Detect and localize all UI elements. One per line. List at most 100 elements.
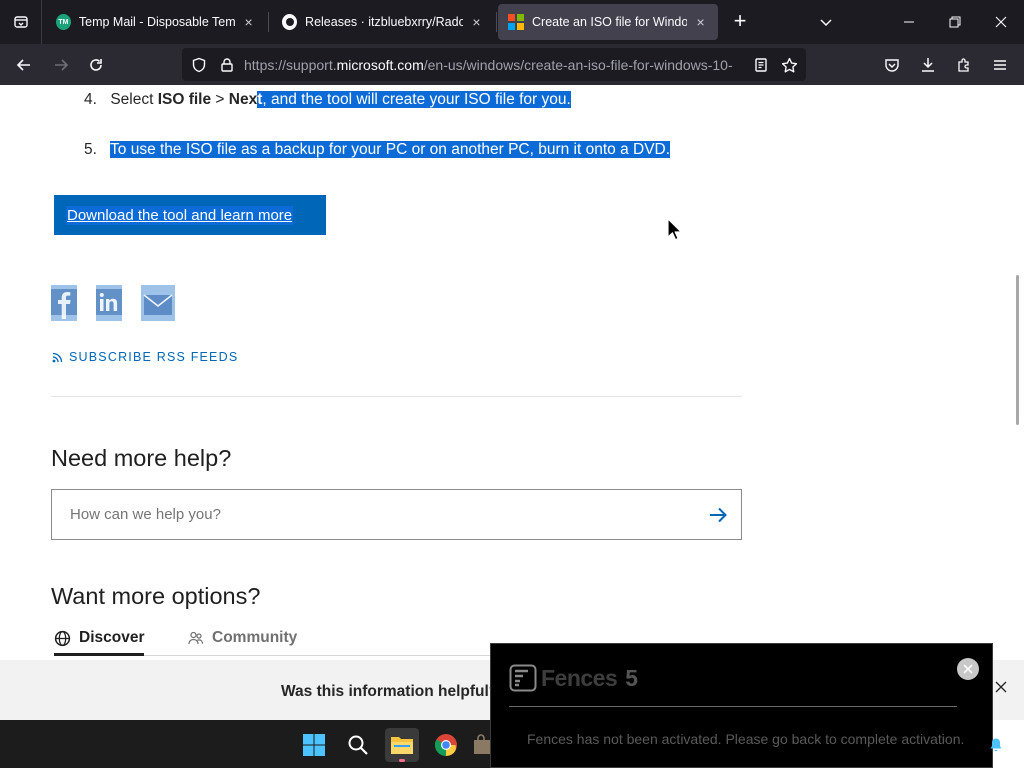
list-all-tabs-button[interactable] bbox=[814, 10, 838, 34]
url-path: /en-us/windows/create-an-iso-file-for-wi… bbox=[423, 57, 733, 73]
tab-close-icon[interactable]: × bbox=[241, 14, 256, 30]
chrome-icon bbox=[435, 734, 457, 756]
fences-activation-popup: Fences 5 Fences has not been activated. P… bbox=[490, 643, 993, 768]
help-search-input[interactable] bbox=[70, 506, 670, 523]
need-more-help-heading: Need more help? bbox=[51, 445, 232, 471]
hamburger-menu-icon bbox=[994, 60, 1006, 70]
want-more-options-heading: Want more options? bbox=[51, 583, 261, 609]
search-submit-button[interactable] bbox=[707, 504, 729, 526]
app-menu-button[interactable] bbox=[985, 50, 1015, 80]
tab-list-button[interactable] bbox=[0, 0, 42, 44]
step-text-rest: , and the tool will create your ISO file… bbox=[262, 91, 571, 108]
facebook-icon bbox=[51, 285, 77, 321]
rss-label: SUBSCRIBE RSS FEEDS bbox=[69, 350, 239, 364]
url-domain: microsoft.com bbox=[336, 57, 424, 73]
new-tab-button[interactable]: + bbox=[728, 10, 752, 34]
reload-icon bbox=[90, 59, 102, 71]
fences-name: Fences bbox=[541, 664, 618, 691]
rss-subscribe-link[interactable]: SUBSCRIBE RSS FEEDS bbox=[52, 350, 238, 364]
download-icon bbox=[922, 58, 934, 72]
chrome-button[interactable] bbox=[429, 728, 463, 762]
minimize-button[interactable] bbox=[886, 0, 932, 44]
step-number: 4. bbox=[84, 91, 97, 108]
download-tool-label: Download the tool and learn more bbox=[66, 205, 294, 225]
linkedin-share-button[interactable] bbox=[96, 285, 130, 321]
extensions-button[interactable] bbox=[949, 50, 979, 80]
close-window-button[interactable] bbox=[978, 0, 1024, 44]
fences-divider bbox=[509, 706, 957, 707]
minimize-icon bbox=[904, 21, 914, 23]
microsoft-favicon bbox=[508, 14, 524, 30]
pocket-icon bbox=[885, 59, 899, 72]
star-icon bbox=[781, 57, 797, 72]
url-prefix: https://support. bbox=[244, 57, 337, 73]
taskbar-app-button[interactable] bbox=[471, 728, 491, 762]
taskbar-search-button[interactable] bbox=[341, 728, 375, 762]
back-arrow-icon bbox=[16, 59, 30, 71]
fences-message: Fences has not been activated. Please go… bbox=[527, 731, 965, 747]
email-share-button[interactable] bbox=[141, 285, 175, 321]
email-icon bbox=[141, 285, 175, 321]
tab-discover-label: Discover bbox=[79, 629, 145, 646]
forward-arrow-icon bbox=[55, 59, 69, 71]
tab-title: Create an ISO file for Windows bbox=[532, 15, 688, 29]
navigation-toolbar: https://support.microsoft.com/en-us/wind… bbox=[0, 44, 1024, 85]
people-icon bbox=[188, 631, 204, 645]
forward-button[interactable] bbox=[46, 50, 76, 80]
pocket-button[interactable] bbox=[877, 50, 907, 80]
step-bold-next: Nex bbox=[228, 91, 258, 108]
feedback-close-button[interactable] bbox=[992, 678, 1010, 696]
store-bag-icon bbox=[474, 734, 490, 754]
restore-button[interactable] bbox=[932, 0, 978, 44]
lock-icon bbox=[221, 58, 233, 72]
step-text-pre: Select bbox=[110, 91, 158, 108]
download-tool-button[interactable]: Download the tool and learn more bbox=[54, 195, 326, 235]
github-favicon bbox=[282, 14, 298, 30]
selected-text: t, and the tool will create your ISO fil… bbox=[257, 91, 571, 108]
close-icon bbox=[963, 664, 973, 674]
rss-icon bbox=[52, 352, 63, 362]
close-icon bbox=[995, 681, 1007, 693]
fences-app-icon bbox=[509, 664, 537, 692]
close-icon bbox=[995, 16, 1007, 28]
search-icon bbox=[348, 735, 368, 755]
folder-icon bbox=[391, 737, 413, 754]
tab-list-icon bbox=[13, 16, 28, 28]
tab-title: Releases · itzbluebxrry/Radon-Browser bbox=[305, 15, 463, 29]
bookmark-button[interactable] bbox=[780, 56, 798, 74]
fences-close-button[interactable] bbox=[957, 658, 979, 680]
start-button[interactable] bbox=[297, 728, 331, 762]
reader-view-button[interactable] bbox=[752, 56, 770, 74]
tab-create-iso[interactable]: Create an ISO file for Windows × bbox=[498, 4, 718, 40]
restore-icon bbox=[949, 16, 961, 28]
tab-temp-mail[interactable]: TM Temp Mail - Disposable Temporary Emai… bbox=[46, 4, 269, 40]
help-search-box[interactable] bbox=[51, 489, 742, 540]
tab-close-icon[interactable]: × bbox=[693, 14, 708, 30]
tab-github-releases[interactable]: Releases · itzbluebxrry/Radon-Browser × bbox=[272, 4, 497, 40]
windows-logo-icon bbox=[303, 734, 325, 756]
temp-mail-favicon: TM bbox=[56, 14, 71, 30]
reload-button[interactable] bbox=[81, 50, 111, 80]
tracking-protection-icon[interactable] bbox=[190, 56, 208, 74]
tab-community-label: Community bbox=[212, 629, 298, 646]
fences-logo: Fences 5 bbox=[509, 664, 638, 692]
address-bar[interactable]: https://support.microsoft.com/en-us/wind… bbox=[182, 48, 806, 81]
shield-icon bbox=[192, 57, 206, 73]
step-number: 5. bbox=[84, 141, 97, 158]
page-scrollbar[interactable] bbox=[1016, 275, 1019, 425]
downloads-button[interactable] bbox=[913, 50, 943, 80]
step-text-separator: > bbox=[211, 91, 229, 108]
site-security-icon[interactable] bbox=[218, 56, 236, 74]
url-text[interactable]: https://support.microsoft.com/en-us/wind… bbox=[244, 57, 744, 73]
notification-bell-icon[interactable] bbox=[988, 737, 1004, 753]
windows-taskbar bbox=[0, 720, 490, 768]
running-indicator bbox=[399, 759, 405, 762]
tab-discover[interactable]: Discover bbox=[54, 629, 144, 647]
tab-community[interactable]: Community bbox=[188, 629, 297, 647]
tab-close-icon[interactable]: × bbox=[469, 14, 484, 30]
step-5: 5. To use the ISO file as a backup for y… bbox=[84, 141, 671, 159]
facebook-share-button[interactable] bbox=[51, 285, 85, 321]
file-explorer-button[interactable] bbox=[385, 728, 419, 762]
linkedin-icon bbox=[96, 285, 122, 321]
back-button[interactable] bbox=[9, 50, 39, 80]
